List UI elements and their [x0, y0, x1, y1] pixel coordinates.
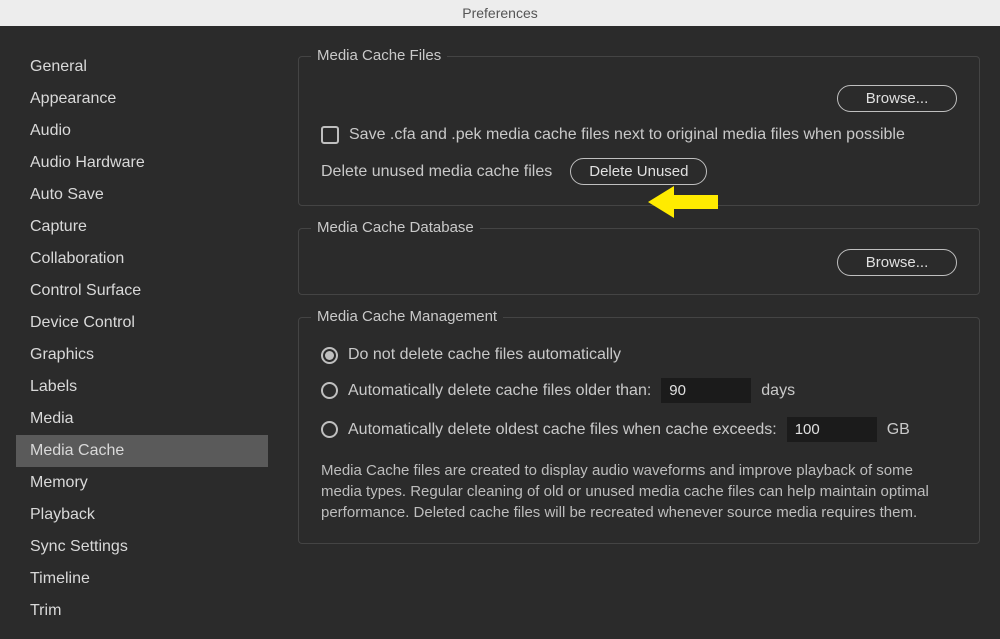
sidebar-item-control-surface[interactable]: Control Surface — [16, 275, 268, 307]
sidebar-item-timeline[interactable]: Timeline — [16, 563, 268, 595]
radio-no-delete-label: Do not delete cache files automatically — [348, 346, 621, 364]
save-next-to-checkbox[interactable] — [321, 126, 339, 144]
browse-cache-db-button[interactable]: Browse... — [837, 249, 957, 276]
sidebar-item-playback[interactable]: Playback — [16, 499, 268, 531]
main-area: General Appearance Audio Audio Hardware … — [0, 26, 1000, 639]
sidebar-item-graphics[interactable]: Graphics — [16, 339, 268, 371]
sidebar-item-collaboration[interactable]: Collaboration — [16, 243, 268, 275]
older-than-days-input[interactable] — [661, 378, 751, 403]
sidebar-item-media-cache[interactable]: Media Cache — [16, 435, 268, 467]
exceeds-gb-input[interactable] — [787, 417, 877, 442]
delete-unused-button[interactable]: Delete Unused — [570, 158, 707, 185]
sidebar-item-audio-hardware[interactable]: Audio Hardware — [16, 147, 268, 179]
sidebar-item-capture[interactable]: Capture — [16, 211, 268, 243]
delete-unused-label: Delete unused media cache files — [321, 163, 552, 181]
group-legend-management: Media Cache Management — [311, 308, 503, 325]
radio-older-than-label: Automatically delete cache files older t… — [348, 382, 651, 400]
preferences-content: Media Cache Files Browse... Save .cfa an… — [268, 26, 1000, 639]
window-title: Preferences — [462, 5, 537, 21]
exceeds-unit: GB — [887, 421, 910, 439]
group-legend-cache-files: Media Cache Files — [311, 47, 447, 64]
sidebar-item-memory[interactable]: Memory — [16, 467, 268, 499]
radio-no-delete[interactable] — [321, 347, 338, 364]
radio-exceeds[interactable] — [321, 421, 338, 438]
window-titlebar: Preferences — [0, 0, 1000, 26]
sidebar-item-media[interactable]: Media — [16, 403, 268, 435]
sidebar-item-general[interactable]: General — [16, 51, 268, 83]
radio-older-than[interactable] — [321, 382, 338, 399]
sidebar-item-audio[interactable]: Audio — [16, 115, 268, 147]
sidebar-item-trim[interactable]: Trim — [16, 595, 268, 627]
sidebar-item-labels[interactable]: Labels — [16, 371, 268, 403]
group-media-cache-files: Media Cache Files Browse... Save .cfa an… — [298, 56, 980, 206]
group-legend-cache-db: Media Cache Database — [311, 219, 480, 236]
sidebar-item-appearance[interactable]: Appearance — [16, 83, 268, 115]
older-than-unit: days — [761, 382, 795, 400]
group-media-cache-management: Media Cache Management Do not delete cac… — [298, 317, 980, 544]
browse-cache-files-button[interactable]: Browse... — [837, 85, 957, 112]
sidebar-item-sync-settings[interactable]: Sync Settings — [16, 531, 268, 563]
management-description: Media Cache files are created to display… — [321, 460, 957, 523]
preferences-sidebar: General Appearance Audio Audio Hardware … — [0, 26, 268, 639]
radio-exceeds-label: Automatically delete oldest cache files … — [348, 421, 777, 439]
group-media-cache-database: Media Cache Database Browse... — [298, 228, 980, 295]
sidebar-item-device-control[interactable]: Device Control — [16, 307, 268, 339]
save-next-to-label: Save .cfa and .pek media cache files nex… — [349, 126, 905, 144]
sidebar-item-auto-save[interactable]: Auto Save — [16, 179, 268, 211]
